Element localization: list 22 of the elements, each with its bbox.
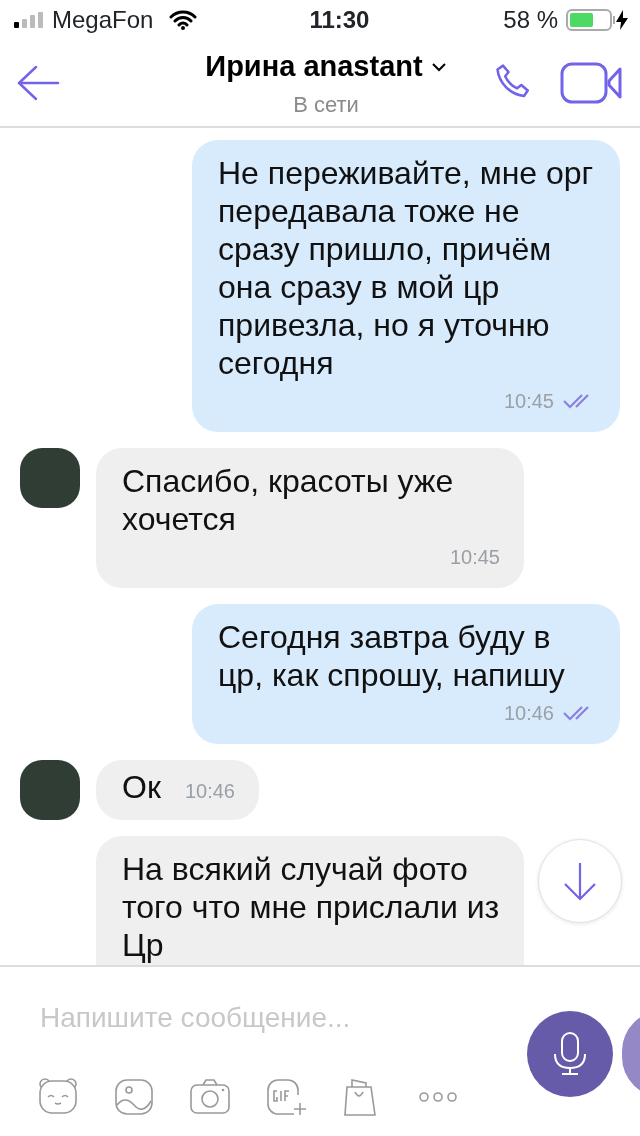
message-time: 10:46 (184, 779, 235, 804)
back-button[interactable] (16, 65, 60, 101)
message-text: На всякий случай фото того что мне прислали из Цр (122, 850, 500, 964)
signal-icon (14, 12, 44, 28)
message-text: Спасибо, красоты уже хочется (122, 462, 455, 538)
contact-name[interactable]: Ирина anastant (205, 44, 423, 89)
arrow-down-icon[interactable] (562, 861, 598, 901)
message-text: Сегодня завтра буду в цр, как спрошу, напишу (218, 618, 566, 694)
wifi-icon (169, 10, 198, 30)
message-time: 10:45 (449, 545, 500, 570)
message-text: Не переживайте, мне орг передавала тоже не сразу пришло, причём она сразу в мой цр привезла, но я уточню сегодня (218, 154, 595, 382)
message-time: 10:46 (503, 701, 554, 726)
online-status: В сети (293, 91, 359, 120)
battery-percent: 58 % (503, 5, 558, 35)
carrier-name: MegaFon (52, 5, 154, 35)
message-text: Ок (122, 768, 161, 806)
chevron-down-icon[interactable] (430, 61, 447, 72)
message-time: 10:45 (503, 389, 554, 414)
scroll-down-button[interactable] (538, 839, 622, 923)
status-time: 11:30 (309, 5, 370, 35)
battery-icon (566, 9, 616, 31)
video-call-button[interactable] (560, 61, 624, 105)
